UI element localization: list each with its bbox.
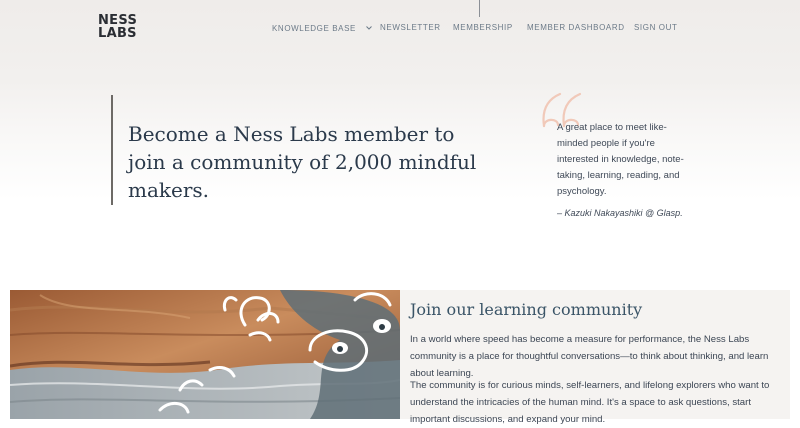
hero-accent-bar — [111, 95, 113, 205]
main-nav: KNOWLEDGE BASE NEWSLETTER MEMBERSHIP MEM… — [0, 23, 800, 35]
nav-item-knowledge-base[interactable]: KNOWLEDGE BASE — [272, 23, 372, 33]
testimonial-author: – Kazuki Nakayashiki @ Glasp. — [557, 208, 683, 218]
community-illustration — [10, 290, 400, 419]
nav-item-member-dashboard[interactable]: MEMBER DASHBOARD — [527, 23, 625, 32]
testimonial-quote: A great place to meet like-minded people… — [557, 122, 684, 197]
hero-headline: Become a Ness Labs member to join a comm… — [128, 122, 477, 202]
community-paragraph-1: In a world where speed has become a meas… — [410, 334, 769, 379]
community-title: Join our learning community — [410, 300, 643, 319]
nav-item-label: KNOWLEDGE BASE — [272, 24, 356, 33]
chevron-down-icon — [365, 23, 372, 32]
nav-item-newsletter[interactable]: NEWSLETTER — [380, 23, 441, 32]
community-paragraph-2: The community is for curious minds, self… — [410, 380, 770, 425]
nav-divider — [479, 0, 480, 17]
nav-item-membership[interactable]: MEMBERSHIP — [453, 23, 513, 32]
nav-item-sign-out[interactable]: SIGN OUT — [634, 23, 677, 32]
